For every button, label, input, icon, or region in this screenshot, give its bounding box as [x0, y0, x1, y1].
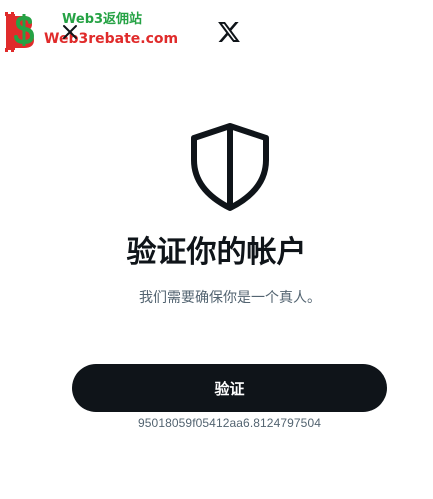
- session-id: 95018059f05412aa6.8124797504: [138, 416, 321, 430]
- page-subtitle: 我们需要确保你是一个真人。: [139, 290, 321, 306]
- verify-account-page: Web3返佣站 Web3rebate.com 验证你的帐户 我们需要确保你是一个…: [0, 0, 433, 499]
- watermark-logo: Web3返佣站 Web3rebate.com: [4, 10, 178, 54]
- verify-button-label: 验证: [214, 379, 245, 398]
- close-icon: [63, 25, 77, 39]
- shield-icon: [191, 123, 269, 211]
- x-logo-icon: [218, 22, 240, 42]
- close-button[interactable]: [58, 20, 82, 44]
- verify-button[interactable]: 验证: [72, 364, 387, 412]
- x-logo: [217, 21, 241, 43]
- web3rebate-logo-icon: [5, 12, 35, 52]
- page-title: 验证你的帐户: [126, 235, 307, 270]
